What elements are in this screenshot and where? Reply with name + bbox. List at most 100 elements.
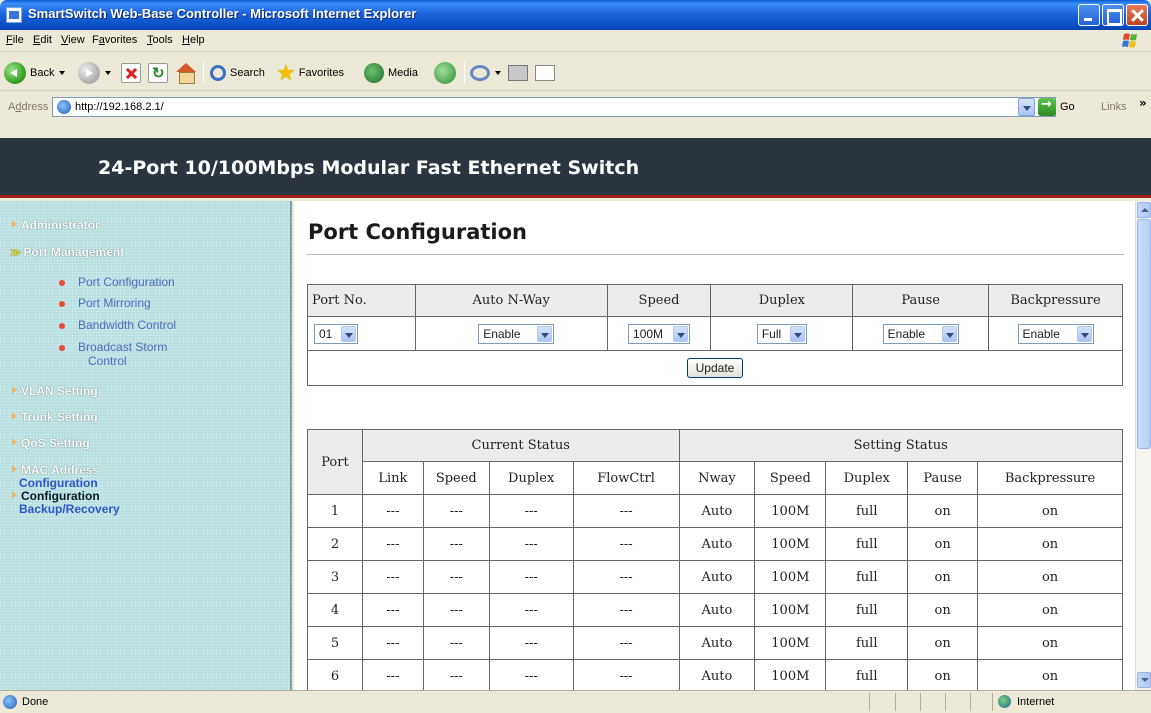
- scroll-down-arrow-icon[interactable]: [1137, 672, 1151, 688]
- go-arrow-icon[interactable]: [1038, 97, 1056, 116]
- table-cell: 100M: [754, 560, 827, 594]
- history-button[interactable]: [434, 61, 456, 85]
- column-header: Port: [307, 429, 363, 495]
- scrollbar-thumb[interactable]: [1137, 219, 1151, 449]
- table-cell: on: [977, 659, 1123, 690]
- table-cell: ---: [422, 527, 490, 561]
- status-divider: [869, 693, 870, 711]
- address-input[interactable]: http://192.168.2.1/: [52, 97, 1056, 117]
- minimize-button[interactable]: [1078, 4, 1100, 26]
- table-cell: 4: [307, 593, 363, 627]
- table-cell: 6: [307, 659, 363, 690]
- back-button[interactable]: Back: [4, 61, 66, 85]
- table-cell: Enable: [414, 316, 608, 351]
- forward-button[interactable]: [78, 61, 111, 85]
- page-icon: [57, 100, 71, 114]
- table-cell: ---: [361, 494, 424, 528]
- chevron-down-icon: [941, 325, 957, 342]
- duplex-select[interactable]: Full: [756, 323, 807, 344]
- table-cell: ---: [361, 659, 424, 690]
- table-cell: ---: [422, 593, 490, 627]
- update-button[interactable]: Update: [686, 358, 744, 378]
- table-cell: 01: [307, 316, 416, 351]
- nav-port-management[interactable]: ≫ Port Management: [10, 245, 124, 259]
- column-header: Pause: [907, 461, 979, 495]
- links-chevron-icon[interactable]: »: [1139, 96, 1147, 110]
- stop-button[interactable]: [121, 61, 141, 85]
- mail-button[interactable]: [470, 61, 501, 85]
- table-cell: 100M: [754, 626, 827, 660]
- nav-port-mirroring[interactable]: Port Mirroring: [59, 296, 151, 310]
- print-button[interactable]: [508, 61, 528, 85]
- table-header-row: Port No. Auto N-Way Speed Duplex Pause B…: [307, 284, 1123, 317]
- menu-view[interactable]: View: [61, 34, 85, 46]
- nav-administrator[interactable]: Administrator: [12, 218, 100, 232]
- nav-trunk-setting[interactable]: Trunk Setting: [12, 410, 98, 424]
- table-cell: Auto: [678, 659, 756, 690]
- search-button[interactable]: Search: [210, 61, 265, 85]
- column-group-header: Setting Status: [678, 429, 1123, 462]
- nav-broadcast-storm-control-line2[interactable]: Control: [88, 354, 127, 368]
- nav-mac-address-configuration[interactable]: Configuration: [19, 476, 98, 490]
- title-divider: [306, 254, 1124, 255]
- table-cell: 100M: [754, 527, 827, 561]
- toolbar-separator: [203, 62, 204, 84]
- maximize-button[interactable]: [1102, 4, 1124, 26]
- auto-nway-select[interactable]: Enable: [478, 323, 555, 344]
- back-icon: [4, 62, 26, 84]
- media-button[interactable]: Media: [364, 61, 418, 85]
- nav-vlan-setting[interactable]: VLAN Setting: [12, 384, 98, 398]
- menu-help[interactable]: Help: [182, 34, 205, 46]
- go-button[interactable]: Go: [1060, 101, 1075, 113]
- favorites-button[interactable]: ★ Favorites: [276, 61, 344, 85]
- toolbar: Back Search ★ Favorites Media: [0, 53, 1151, 91]
- menu-file[interactable]: File: [6, 34, 24, 46]
- nav-configuration-backup-recovery[interactable]: Backup/Recovery: [19, 502, 120, 516]
- bullet-icon: [59, 301, 65, 307]
- port-no-select[interactable]: 01: [314, 323, 358, 344]
- arrow-icon: [12, 412, 17, 420]
- table-cell: on: [907, 494, 979, 528]
- pause-select[interactable]: Enable: [882, 323, 959, 344]
- menu-edit[interactable]: Edit: [33, 34, 52, 46]
- table-subheader-row: Link Speed Duplex FlowCtrl Nway Speed Du…: [308, 461, 1123, 495]
- nav-qos-setting[interactable]: QoS Setting: [12, 436, 90, 450]
- table-cell: Auto: [678, 560, 756, 594]
- nav-broadcast-storm-control[interactable]: Broadcast Storm: [59, 340, 167, 354]
- nav-port-configuration[interactable]: Port Configuration: [59, 275, 175, 289]
- back-label: Back: [30, 67, 55, 79]
- table-cell: 5: [307, 626, 363, 660]
- menu-tools[interactable]: Tools: [147, 34, 173, 46]
- menu-favorites[interactable]: Favorites: [92, 34, 137, 46]
- table-cell: 3: [307, 560, 363, 594]
- table-cell: ---: [488, 560, 574, 594]
- table-cell: full: [825, 659, 909, 690]
- table-cell: ---: [361, 560, 424, 594]
- table-cell: Auto: [678, 626, 756, 660]
- status-divider: [992, 693, 993, 711]
- vertical-scrollbar[interactable]: [1135, 201, 1151, 690]
- home-button[interactable]: [175, 61, 197, 85]
- refresh-button[interactable]: [148, 61, 168, 85]
- ie-window-icon[interactable]: [6, 7, 22, 23]
- edit-button[interactable]: [535, 61, 555, 85]
- nav-configuration[interactable]: Configuration: [12, 489, 100, 503]
- nav-bandwidth-control[interactable]: Bandwidth Control: [59, 318, 176, 332]
- address-bar: Address http://192.168.2.1/ Go Links »: [0, 92, 1151, 138]
- window-title: SmartSwitch Web-Base Controller - Micros…: [28, 6, 417, 21]
- table-cell: Auto: [678, 494, 756, 528]
- chevron-down-icon: [673, 325, 689, 342]
- backpressure-select[interactable]: Enable: [1017, 323, 1094, 344]
- config-row: 01 Enable 100M Full Enable Enable: [307, 316, 1123, 351]
- links-label[interactable]: Links: [1101, 101, 1127, 113]
- arrow-icon: [12, 465, 17, 473]
- table-cell: on: [907, 527, 979, 561]
- scroll-up-arrow-icon[interactable]: [1137, 202, 1151, 218]
- media-label: Media: [388, 67, 418, 79]
- column-group-header: Current Status: [361, 429, 680, 462]
- speed-select[interactable]: 100M: [628, 323, 691, 344]
- table-cell: ---: [488, 626, 574, 660]
- address-dropdown-icon[interactable]: [1018, 98, 1035, 116]
- nav-mac-address[interactable]: MAC Address: [12, 463, 99, 477]
- close-button[interactable]: [1126, 4, 1148, 26]
